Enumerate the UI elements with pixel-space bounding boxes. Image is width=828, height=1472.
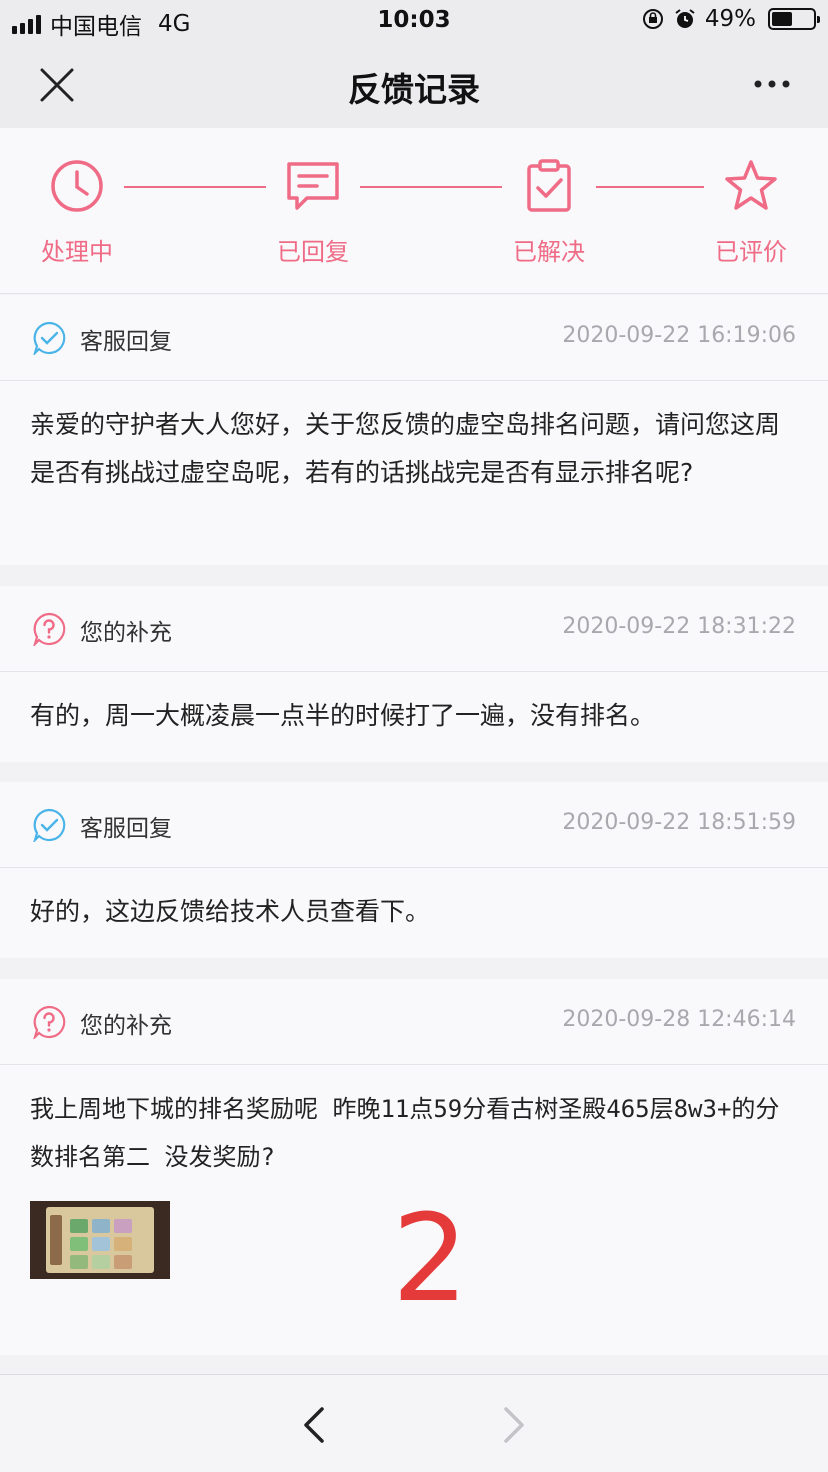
message-time: 2020-09-22 18:51:59 [562, 810, 796, 835]
message-author: 您的补充 [80, 1013, 172, 1039]
message-text: 好的，这边反馈给技术人员查看下。 [30, 897, 431, 926]
message-text: 亲爱的守护者大人您好，关于您反馈的虚空岛排名问题，请问您这周是否有挑战过虚空岛呢… [30, 410, 781, 487]
message-author: 您的补充 [80, 620, 172, 646]
message-author: 客服回复 [80, 816, 172, 842]
alarm-icon [675, 9, 695, 28]
step-label: 已评价 [715, 238, 787, 266]
rotation-lock-icon [642, 9, 663, 29]
message-author: 客服回复 [80, 329, 172, 355]
clipboard-check-icon [527, 159, 571, 212]
step-connector [596, 186, 704, 188]
bottom-toolbar [0, 1374, 828, 1472]
question-bubble-icon [33, 612, 66, 646]
battery-fill [772, 12, 792, 26]
message-header: 客服回复 2020-09-22 16:19:06 [0, 295, 828, 381]
step-resolved: 已解决 [489, 128, 609, 294]
step-label: 已解决 [513, 238, 585, 266]
battery-icon [768, 8, 820, 30]
status-bar: 中国电信 4G 10:03 49% [0, 0, 828, 42]
forward-arrow-icon[interactable] [496, 1403, 532, 1447]
clock-icon [51, 160, 103, 212]
step-connector [124, 186, 266, 188]
annotation-mark: 2 [392, 1190, 469, 1329]
step-label: 已回复 [277, 238, 349, 266]
message-text: 我上周地下城的排名奖励呢 昨晚11点59分看古树圣殿465层8w3+的分数排名第… [30, 1095, 780, 1171]
message-text: 有的，周一大概凌晨一点半的时候打了一遍，没有排名。 [30, 701, 656, 730]
message-header: 您的补充 2020-09-22 18:31:22 [0, 586, 828, 672]
status-right: 49% [641, 6, 820, 32]
step-connector [360, 186, 502, 188]
step-label: 处理中 [41, 238, 113, 266]
question-bubble-icon [33, 1005, 66, 1039]
page-title: 反馈记录 [348, 70, 480, 109]
check-bubble-icon [33, 808, 66, 842]
star-icon [725, 160, 777, 210]
back-arrow-icon[interactable] [296, 1403, 332, 1447]
message-time: 2020-09-28 12:46:14 [562, 1007, 796, 1032]
message-card: 客服回复 2020-09-22 18:51:59 好的，这边反馈给技术人员查看下… [0, 782, 828, 958]
step-replied: 已回复 [253, 128, 373, 294]
step-processing: 处理中 [17, 128, 137, 294]
message-header: 客服回复 2020-09-22 18:51:59 [0, 782, 828, 868]
nav-bar: 反馈记录 [0, 42, 828, 128]
more-icon[interactable] [752, 66, 792, 106]
message-icon [287, 162, 339, 210]
check-bubble-icon [33, 321, 66, 355]
message-time: 2020-09-22 18:31:22 [562, 614, 796, 639]
battery-percent: 49% [704, 6, 756, 32]
message-header: 您的补充 2020-09-28 12:46:14 [0, 979, 828, 1065]
message-time: 2020-09-22 16:19:06 [562, 323, 796, 348]
message-card: 您的补充 2020-09-22 18:31:22 有的，周一大概凌晨一点半的时候… [0, 586, 828, 762]
progress-steps: 处理中 已回复 已解决 已评价 [0, 128, 828, 294]
attachment-thumbnail[interactable] [30, 1201, 170, 1279]
message-card: 客服回复 2020-09-22 16:19:06 亲爱的守护者大人您好，关于您反… [0, 295, 828, 565]
step-rated: 已评价 [691, 128, 811, 294]
